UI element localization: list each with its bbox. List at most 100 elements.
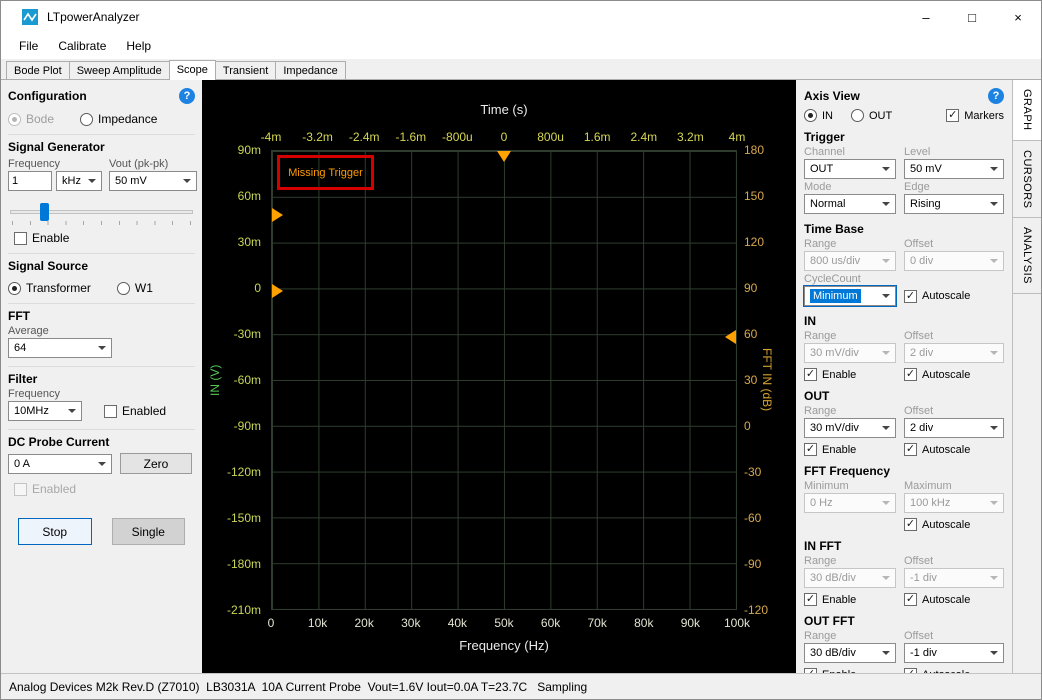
side-tab[interactable]: ANALYSIS bbox=[1013, 218, 1041, 294]
markers-checkbox[interactable]: Markers bbox=[946, 109, 1004, 122]
signal-generator-enable-checkbox[interactable]: Enable bbox=[14, 231, 195, 245]
in-section: IN Range 30 mV/div Offset 2 div bbox=[804, 314, 1004, 381]
side-tab[interactable]: GRAPH bbox=[1013, 80, 1041, 141]
tab[interactable]: Scope bbox=[169, 60, 216, 80]
tick-label: -1.6m bbox=[395, 130, 426, 144]
maximize-button[interactable]: □ bbox=[949, 1, 995, 33]
w1-radio[interactable]: W1 bbox=[117, 281, 153, 295]
axis-out-radio[interactable]: OUT bbox=[851, 109, 892, 122]
menu-item[interactable]: Calibrate bbox=[48, 35, 116, 57]
chevron-down-icon bbox=[88, 179, 96, 183]
tick-label: 0 bbox=[744, 419, 751, 433]
chevron-down-icon bbox=[882, 202, 890, 206]
close-button[interactable]: × bbox=[995, 1, 1041, 33]
tick-label: -3.2m bbox=[302, 130, 333, 144]
tick-label: -90m bbox=[234, 419, 261, 433]
bode-radio: Bode bbox=[8, 112, 54, 126]
tick-label: 800u bbox=[537, 130, 564, 144]
signal-source-title: Signal Source bbox=[8, 259, 195, 273]
side-tab[interactable]: CURSORS bbox=[1013, 141, 1041, 219]
in-fft-section: IN FFT Range 30 dB/div Offset -1 div bbox=[804, 539, 1004, 606]
fft-offset-marker[interactable] bbox=[725, 330, 736, 344]
trigger-level-select[interactable]: 50 mV bbox=[904, 159, 1004, 179]
chevron-down-icon bbox=[990, 651, 998, 655]
in-offset-select: 2 div bbox=[904, 343, 1004, 363]
scope-graph[interactable]: Time (s) -4m-3.2m-2.4m-1.6m-800u0800u1.6… bbox=[202, 80, 796, 673]
frequency-label: Frequency bbox=[8, 158, 104, 170]
help-icon[interactable] bbox=[988, 88, 1004, 104]
tick-label: -800u bbox=[442, 130, 473, 144]
axis-view-panel: Axis View IN OUT Markers Trigg bbox=[796, 80, 1012, 673]
stop-button[interactable]: Stop bbox=[18, 518, 92, 545]
in-fft-autoscale-checkbox[interactable]: Autoscale bbox=[904, 593, 1004, 606]
minimize-button[interactable]: – bbox=[903, 1, 949, 33]
tick-label: -2.4m bbox=[349, 130, 380, 144]
tick-label: 50k bbox=[494, 616, 513, 630]
tick-label: -30m bbox=[234, 327, 261, 341]
in-fft-enable-checkbox[interactable]: Enable bbox=[804, 593, 896, 606]
out-fft-range-label: Range bbox=[804, 630, 896, 642]
out-fft-offset-select[interactable]: -1 div bbox=[904, 643, 1004, 663]
transformer-radio[interactable]: Transformer bbox=[8, 281, 91, 295]
frequency-unit-select[interactable]: kHz bbox=[56, 171, 102, 191]
tick-label: -120m bbox=[227, 465, 261, 479]
in-offset-label: Offset bbox=[904, 330, 1004, 342]
fft-frequency-autoscale-checkbox[interactable]: Autoscale bbox=[904, 518, 1004, 531]
trigger-mode-select[interactable]: Normal bbox=[804, 194, 896, 214]
fft-average-select[interactable]: 64 bbox=[8, 338, 112, 358]
checkbox-icon bbox=[904, 290, 917, 303]
menu-item[interactable]: File bbox=[9, 35, 48, 57]
in-autoscale-checkbox[interactable]: Autoscale bbox=[904, 368, 1004, 381]
tick-label: -4m bbox=[261, 130, 282, 144]
radio-icon bbox=[804, 109, 817, 122]
checkbox-icon bbox=[904, 518, 917, 531]
trigger-channel-select[interactable]: OUT bbox=[804, 159, 896, 179]
single-button[interactable]: Single bbox=[112, 518, 186, 545]
in-offset-marker[interactable] bbox=[272, 208, 283, 222]
impedance-radio[interactable]: Impedance bbox=[80, 112, 157, 126]
help-icon[interactable] bbox=[179, 88, 195, 104]
missing-trigger-warning: Missing Trigger bbox=[277, 155, 374, 190]
time-base-range-label: Range bbox=[804, 238, 896, 250]
zero-button[interactable]: Zero bbox=[120, 453, 192, 474]
signal-source-section: Signal Source Transformer W1 bbox=[8, 253, 195, 295]
tick-label: 90 bbox=[744, 281, 757, 295]
out-autoscale-checkbox[interactable]: Autoscale bbox=[904, 443, 1004, 456]
out-offset-select[interactable]: 2 div bbox=[904, 418, 1004, 438]
vout-select[interactable]: 50 mV bbox=[109, 171, 197, 191]
cyclecount-select[interactable]: Minimum bbox=[804, 286, 896, 306]
tab[interactable]: Sweep Amplitude bbox=[69, 61, 170, 79]
out-fft-range-select[interactable]: 30 dB/div bbox=[804, 643, 896, 663]
chevron-down-icon bbox=[882, 294, 890, 298]
dc-probe-current-select[interactable]: 0 A bbox=[8, 454, 112, 474]
tick-label: 0 bbox=[268, 616, 275, 630]
amplitude-slider[interactable] bbox=[10, 201, 193, 223]
axis-in-radio[interactable]: IN bbox=[804, 109, 833, 122]
time-base-autoscale-checkbox[interactable]: Autoscale bbox=[904, 290, 1004, 303]
out-offset-marker[interactable] bbox=[272, 284, 283, 298]
frequency-input[interactable] bbox=[8, 171, 52, 191]
in-fft-title: IN FFT bbox=[804, 539, 1004, 553]
plot-area[interactable]: Missing Trigger bbox=[271, 150, 737, 610]
out-title: OUT bbox=[804, 389, 1004, 403]
filter-enabled-checkbox[interactable]: Enabled bbox=[104, 404, 166, 418]
out-enable-checkbox[interactable]: Enable bbox=[804, 443, 896, 456]
menu-bar: FileCalibrateHelp bbox=[1, 33, 1041, 59]
tab[interactable]: Impedance bbox=[275, 61, 345, 79]
tab[interactable]: Bode Plot bbox=[6, 61, 70, 79]
tick-label: 30k bbox=[401, 616, 420, 630]
checkbox-icon bbox=[904, 443, 917, 456]
tab-bar: Bode PlotSweep AmplitudeScopeTransientIm… bbox=[1, 59, 1041, 80]
in-enable-checkbox[interactable]: Enable bbox=[804, 368, 896, 381]
trigger-time-marker[interactable] bbox=[497, 151, 511, 162]
out-range-select[interactable]: 30 mV/div bbox=[804, 418, 896, 438]
trigger-edge-select[interactable]: Rising bbox=[904, 194, 1004, 214]
filter-frequency-select[interactable]: 10MHz bbox=[8, 401, 82, 421]
time-axis-title: Time (s) bbox=[271, 102, 737, 117]
tab[interactable]: Transient bbox=[215, 61, 276, 79]
slider-thumb[interactable] bbox=[40, 203, 49, 221]
in-fft-offset-select: -1 div bbox=[904, 568, 1004, 588]
vout-label: Vout (pk-pk) bbox=[109, 158, 197, 170]
slider-ticks bbox=[12, 221, 191, 225]
menu-item[interactable]: Help bbox=[116, 35, 161, 57]
